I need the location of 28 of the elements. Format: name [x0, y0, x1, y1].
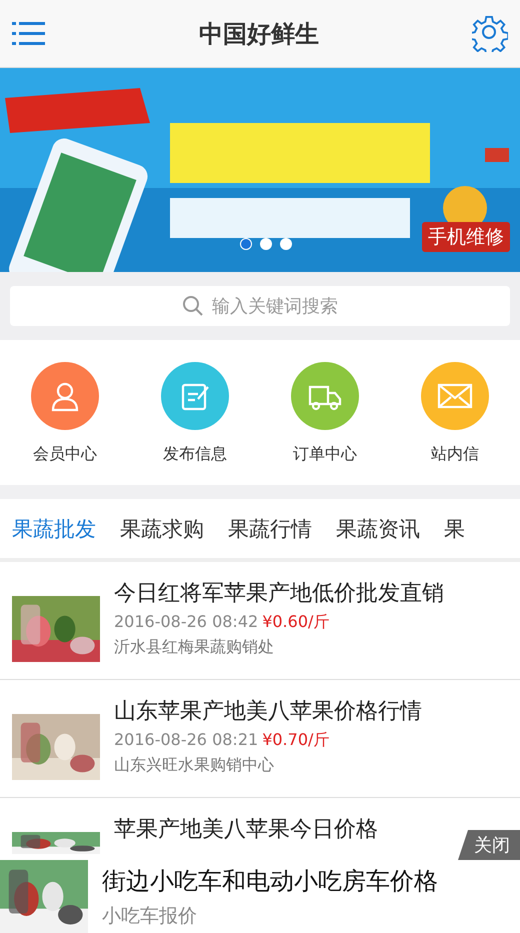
- ad-subtitle: 小吃车报价: [102, 904, 198, 928]
- listing-date: 2016-08-26 08:42: [114, 612, 258, 633]
- listing-price: ¥0.70/斤: [262, 730, 330, 751]
- category-tab[interactable]: 果: [432, 499, 477, 558]
- search-icon: [182, 295, 204, 317]
- category-tab[interactable]: 果蔬资讯: [324, 499, 432, 558]
- shortcut-label: 站内信: [431, 444, 479, 465]
- listing-title[interactable]: 今日红将军苹果产地低价批发直销: [114, 578, 444, 608]
- listing-date: 2016-08-26 08:21: [114, 730, 258, 751]
- mail-icon: [436, 381, 474, 411]
- listing-price: ¥0.60/斤: [262, 612, 330, 633]
- listing-title[interactable]: 山东苹果产地美八苹果价格行情: [114, 696, 422, 726]
- category-tab[interactable]: 果蔬行情: [216, 499, 324, 558]
- category-tab[interactable]: 果蔬求购: [108, 499, 216, 558]
- shortcut-label: 订单中心: [293, 444, 357, 465]
- shortcut-label: 发布信息: [163, 444, 227, 465]
- shortcut-label: 会员中心: [33, 444, 97, 465]
- seller-name: 沂水县红梅果蔬购销处: [114, 637, 275, 658]
- settings-icon[interactable]: [472, 16, 508, 52]
- ad-title: 街边小吃车和电动小吃房车价格: [102, 866, 438, 896]
- seller-name: 山东兴旺水果购销中心: [114, 755, 275, 776]
- close-button[interactable]: 关闭: [458, 830, 520, 860]
- ad-badge[interactable]: 手机维修: [422, 222, 510, 252]
- listing-title[interactable]: 苹果产地美八苹果今日价格: [114, 814, 378, 844]
- app-title: 中国好鲜生: [199, 18, 319, 50]
- search-placeholder: 输入关键词搜索: [212, 295, 338, 318]
- ad-banner[interactable]: 街边小吃车和电动小吃房车价格 小吃车报价: [0, 860, 520, 933]
- menu-icon[interactable]: [12, 20, 46, 46]
